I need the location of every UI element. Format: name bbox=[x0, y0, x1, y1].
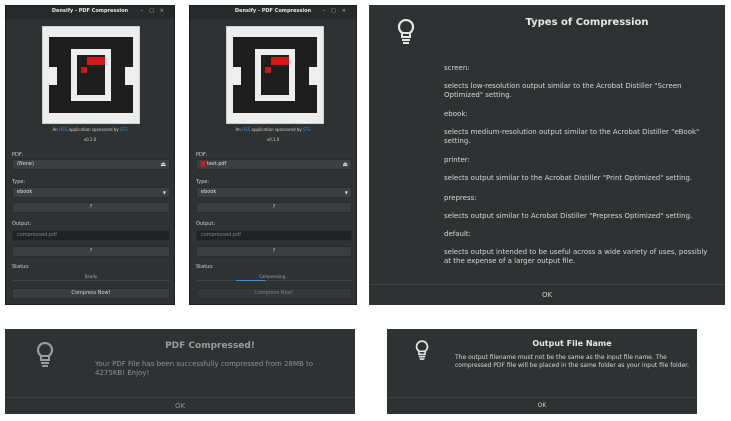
type-printer-title: printer: bbox=[444, 156, 470, 164]
compress-now-button[interactable]: Compress Now! bbox=[12, 288, 170, 299]
types-of-compression-dialog: Types of Compression screen: selects low… bbox=[369, 5, 725, 305]
pdf-file-icon bbox=[201, 160, 205, 167]
status-value: Ready bbox=[84, 274, 98, 279]
lightbulb-icon bbox=[36, 341, 54, 372]
type-label: Type: bbox=[12, 179, 26, 185]
pdf-label: PDF: bbox=[12, 152, 24, 158]
type-label: Type: bbox=[196, 179, 210, 185]
close-icon[interactable]: × bbox=[160, 8, 170, 14]
pdf-label: PDF: bbox=[196, 152, 208, 158]
output-filename-input[interactable]: compressed.pdf bbox=[12, 230, 170, 241]
title-bar[interactable]: Densify - PDF Compression –□× bbox=[6, 6, 174, 19]
lightbulb-icon bbox=[397, 18, 415, 49]
eject-icon[interactable]: ⏏ bbox=[160, 160, 166, 169]
dialog-heading: Types of Compression bbox=[525, 17, 649, 28]
sts-link[interactable]: STS bbox=[303, 127, 311, 132]
output-filename-input[interactable]: compressed.pdf bbox=[196, 230, 352, 241]
type-select[interactable]: ebook ▼ bbox=[12, 187, 170, 198]
version-label: v0.1.0 bbox=[83, 137, 97, 142]
minimize-icon[interactable]: – bbox=[323, 8, 332, 14]
ok-button[interactable]: OK bbox=[387, 397, 697, 414]
version-label: v0.1.0 bbox=[266, 137, 280, 142]
type-screen-desc: selects low-resolution output similar to… bbox=[444, 82, 682, 99]
oss-link[interactable]: OSS bbox=[242, 127, 250, 132]
status-value: Compressing... bbox=[259, 274, 289, 279]
about-middle: application sponsored by bbox=[68, 127, 119, 132]
pdf-file-value: test.pdf bbox=[207, 161, 227, 167]
type-screen-title: screen: bbox=[444, 64, 470, 72]
type-help-button[interactable]: ? bbox=[196, 202, 352, 213]
densify-window-idle: Densify - PDF Compression –□× An OSS app… bbox=[5, 5, 175, 305]
progress-track bbox=[196, 280, 352, 281]
dialog-message: The output filename must not be the same… bbox=[455, 354, 689, 369]
progress-track bbox=[12, 280, 170, 281]
app-logo bbox=[226, 26, 324, 124]
type-ebook-desc: selects medium-resolution output similar… bbox=[444, 128, 700, 145]
about-line: An OSS application sponsored by STS bbox=[190, 127, 356, 132]
chevron-down-icon: ▼ bbox=[162, 190, 166, 195]
type-select[interactable]: ebook ▼ bbox=[196, 187, 352, 198]
type-printer-desc: selects output similar to the Acrobat Di… bbox=[444, 174, 693, 182]
dialog-heading: Output File Name bbox=[532, 339, 612, 348]
ok-button[interactable]: OK bbox=[369, 284, 725, 305]
compress-now-button[interactable]: Compress Now! bbox=[196, 288, 352, 299]
status-label: Status: bbox=[12, 264, 30, 270]
pdf-compress-logo-icon bbox=[43, 37, 139, 113]
output-help-button[interactable]: ? bbox=[12, 246, 170, 257]
pdf-file-chooser[interactable]: test.pdf ⏏ bbox=[196, 159, 352, 170]
pdf-file-value: (None) bbox=[17, 161, 34, 167]
title-bar[interactable]: Densify - PDF Compression –□× bbox=[190, 6, 356, 19]
pdf-compress-logo-icon bbox=[227, 37, 323, 113]
maximize-icon[interactable]: □ bbox=[149, 8, 160, 14]
minimize-icon[interactable]: – bbox=[141, 8, 150, 14]
dialog-heading: PDF Compressed! bbox=[165, 341, 255, 351]
status-label: Status: bbox=[196, 264, 214, 270]
output-label: Output: bbox=[196, 221, 216, 227]
lightbulb-icon bbox=[415, 340, 429, 365]
about-prefix: An bbox=[235, 127, 241, 132]
about-prefix: An bbox=[52, 127, 58, 132]
app-logo bbox=[42, 26, 140, 124]
type-ebook-title: ebook: bbox=[444, 110, 468, 118]
densify-window-compressing: Densify - PDF Compression –□× An OSS app… bbox=[189, 5, 357, 305]
window-controls[interactable]: –□× bbox=[141, 8, 170, 14]
type-prepress-desc: selects output similar to Acrobat Distil… bbox=[444, 212, 693, 220]
output-label: Output: bbox=[12, 221, 32, 227]
type-help-button[interactable]: ? bbox=[12, 202, 170, 213]
type-default-desc: selects output intended to be useful acr… bbox=[444, 248, 708, 265]
type-select-value: ebook bbox=[17, 189, 33, 195]
maximize-icon[interactable]: □ bbox=[331, 8, 342, 14]
close-icon[interactable]: × bbox=[342, 8, 352, 14]
output-help-button[interactable]: ? bbox=[196, 246, 352, 257]
output-file-name-dialog: Output File Name The output filename mus… bbox=[387, 329, 697, 414]
type-default-title: default: bbox=[444, 230, 471, 238]
eject-icon[interactable]: ⏏ bbox=[342, 160, 348, 169]
dialog-message: Your PDF File has been successfully comp… bbox=[95, 360, 314, 377]
about-line: An OSS application sponsored by STS bbox=[6, 127, 174, 132]
pdf-compressed-dialog: PDF Compressed! Your PDF File has been s… bbox=[5, 329, 355, 414]
pdf-file-chooser[interactable]: (None) ⏏ bbox=[12, 159, 170, 170]
about-middle: application sponsored by bbox=[251, 127, 302, 132]
chevron-down-icon: ▼ bbox=[344, 190, 348, 195]
sts-link[interactable]: STS bbox=[120, 127, 128, 132]
type-prepress-title: prepress: bbox=[444, 194, 477, 202]
type-select-value: ebook bbox=[201, 189, 217, 195]
window-controls[interactable]: –□× bbox=[323, 8, 352, 14]
oss-link[interactable]: OSS bbox=[59, 127, 67, 132]
ok-button[interactable]: OK bbox=[5, 397, 355, 414]
progress-fill bbox=[236, 280, 266, 281]
